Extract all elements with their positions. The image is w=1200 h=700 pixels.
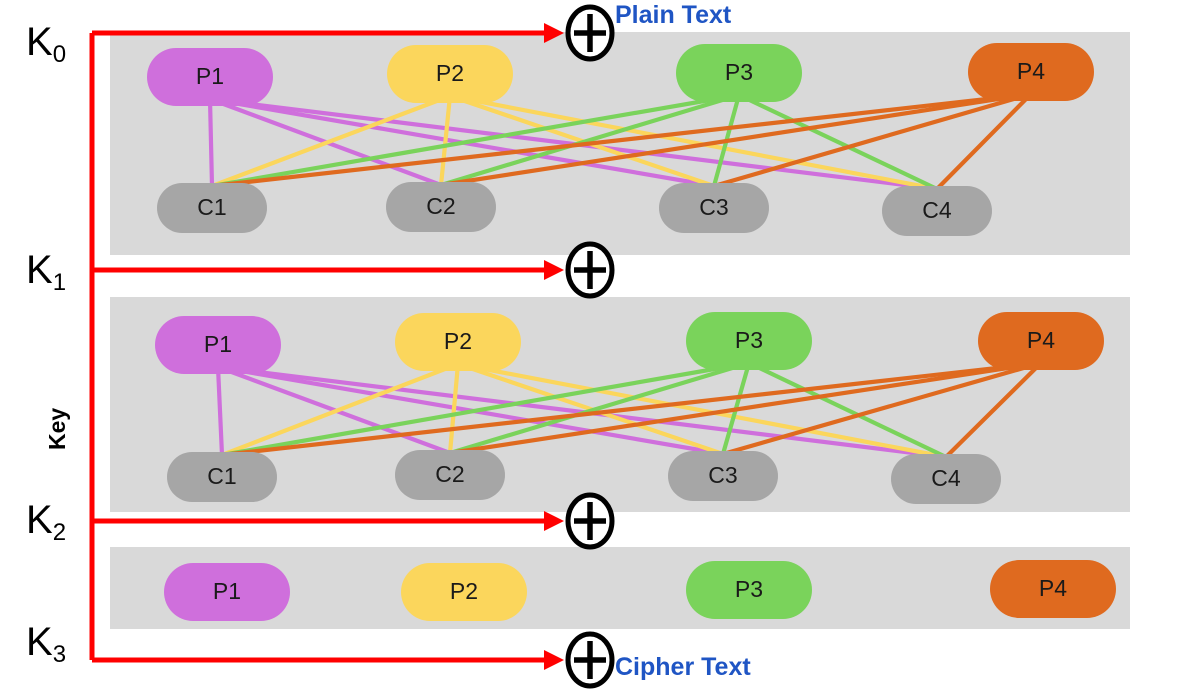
plain-node-p2-shape (387, 45, 513, 103)
plain-node-p2-shape (401, 563, 527, 621)
cipher-text-label: Cipher Text (615, 653, 751, 681)
cipher-node-c1[interactable]: C1 (157, 183, 267, 233)
plain-node-p3[interactable]: P3 (676, 44, 802, 102)
cipher-node-c2[interactable]: C2 (395, 450, 505, 500)
plain-node-p1[interactable]: P1 (164, 563, 290, 621)
key-line-1-arrowhead (544, 260, 564, 280)
plain-text-label: Plain Text (615, 1, 732, 29)
plain-node-p3-shape (686, 561, 812, 619)
cipher-node-c1[interactable]: C1 (167, 452, 277, 502)
plain-node-p4-shape (978, 312, 1104, 370)
plain-node-p4[interactable]: P4 (990, 560, 1116, 618)
plain-node-p1-shape (164, 563, 290, 621)
key-label-k2: K2 (26, 498, 66, 545)
xor-plus-circle-icon[interactable] (565, 241, 615, 299)
xor-plus-circle-icon[interactable] (565, 631, 615, 689)
cipher-node-c2[interactable]: C2 (386, 182, 496, 232)
key-label-base: K (26, 620, 53, 664)
plain-node-p2[interactable]: P2 (395, 313, 521, 371)
key-label-index: 0 (52, 41, 67, 68)
permutation-edge (207, 96, 215, 189)
cipher-node-c1-shape (167, 452, 277, 502)
key-label-index: 1 (52, 269, 67, 296)
key-label-index: 2 (52, 519, 67, 546)
key-label-k3: K3 (26, 620, 66, 667)
plain-node-p2-shape (395, 313, 521, 371)
key-label-k1: K1 (26, 248, 66, 295)
cipher-node-c3[interactable]: C3 (659, 183, 769, 233)
plain-node-p3-shape (676, 44, 802, 102)
plain-node-p3[interactable]: P3 (686, 561, 812, 619)
plain-node-p3[interactable]: P3 (686, 312, 812, 370)
diagram-svg: P1 P2 P3 P4 C1 C2 C3 C4 P1 P2 P3 P4 C1 C2 C3 C4 P1 P2 P3 P4 (89, 4, 1130, 689)
key-label-base: K (26, 20, 53, 64)
plain-node-p4[interactable]: P4 (968, 43, 1094, 101)
key-label-k0: K0 (26, 20, 66, 67)
plain-node-p2[interactable]: P2 (401, 563, 527, 621)
plain-node-p4-shape (968, 43, 1094, 101)
diagram-canvas: P1 P2 P3 P4 C1 C2 C3 C4 P1 P2 P3 P4 C1 C2 C3 C4 P1 P2 P3 P4… (0, 0, 1200, 700)
cipher-node-c4-shape (882, 186, 992, 236)
plain-node-p1-shape (147, 48, 273, 106)
plain-node-p3-shape (686, 312, 812, 370)
xor-plus-circle-icon[interactable] (565, 4, 615, 62)
cipher-node-c2-shape (386, 182, 496, 232)
key-label-base: K (26, 498, 53, 542)
plain-node-p4-shape (990, 560, 1116, 618)
key-line-3-arrowhead (544, 650, 564, 670)
cipher-node-c2-shape (395, 450, 505, 500)
cipher-node-c4[interactable]: C4 (882, 186, 992, 236)
plain-node-p2[interactable]: P2 (387, 45, 513, 103)
cipher-node-c4-shape (891, 454, 1001, 504)
cipher-node-c4[interactable]: C4 (891, 454, 1001, 504)
key-axis-label: Key (44, 407, 70, 450)
plain-node-p4[interactable]: P4 (978, 312, 1104, 370)
key-label-index: 3 (52, 641, 67, 668)
cipher-node-c3-shape (668, 451, 778, 501)
xor-plus-circle-icon[interactable] (565, 492, 615, 550)
cipher-node-c3-shape (659, 183, 769, 233)
plain-node-p1-shape (155, 316, 281, 374)
plain-node-p1[interactable]: P1 (147, 48, 273, 106)
plain-node-p1[interactable]: P1 (155, 316, 281, 374)
cipher-node-c3[interactable]: C3 (668, 451, 778, 501)
cipher-node-c1-shape (157, 183, 267, 233)
key-label-base: K (26, 248, 53, 292)
key-line-2-arrowhead (544, 511, 564, 531)
